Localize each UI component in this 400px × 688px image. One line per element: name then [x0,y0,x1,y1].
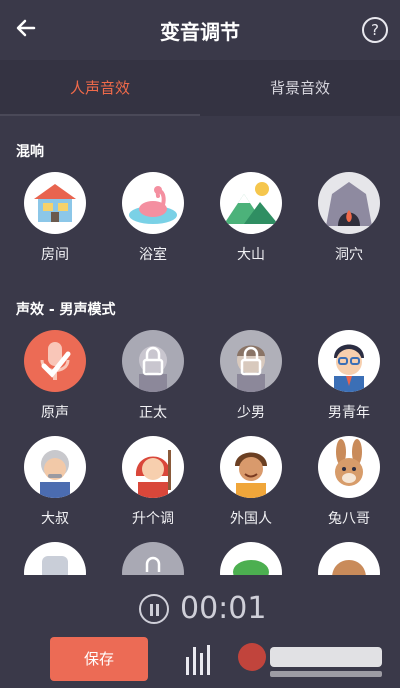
tab-bar: 人声音效 背景音效 [0,60,400,116]
waveform-icon [186,645,226,675]
microphone-icon [24,330,86,392]
section-title-reverb: 混响 [16,144,44,160]
effect-uncle[interactable]: 大叔 [15,436,95,528]
effect-foreigner[interactable]: 外国人 [211,436,291,528]
effect-label: 洞穴 [335,247,363,263]
locked-avatar-icon [220,330,282,392]
effect-young-man[interactable]: 男青年 [309,330,389,422]
pause-icon[interactable] [139,594,169,624]
page-title: 变音调节 [160,20,240,44]
flamingo-icon [122,172,184,234]
app-header: 变音调节 ? [0,0,400,60]
elapsed-timer: 00:01 [180,591,267,626]
effect-label: 正太 [139,405,167,421]
effect-label: 兔八哥 [328,511,370,527]
effect-label: 少男 [237,405,265,421]
timer-row: 00:01 [0,591,400,631]
red-hood-avatar-icon [122,436,184,498]
effect-label: 男青年 [328,405,370,421]
effect-label: 外国人 [230,511,272,527]
player-panel: 00:01 保存 [0,575,400,688]
foreigner-avatar-icon [220,436,282,498]
effect-bugs-bunny[interactable]: 兔八哥 [309,436,389,528]
active-tab-indicator [0,114,200,116]
effect-label: 原声 [41,405,69,421]
room-icon [24,172,86,234]
tab-background-effects[interactable]: 背景音效 [200,60,400,116]
effect-label: 房间 [41,247,69,263]
effect-mountain[interactable]: 大山 [211,172,291,264]
effect-room[interactable]: 房间 [15,172,95,264]
help-icon[interactable]: ? [362,17,388,43]
uncle-avatar-icon [24,436,86,498]
mountain-icon [220,172,282,234]
effect-shota[interactable]: 正太 [113,330,193,422]
watermark-logo [238,643,382,677]
effect-original[interactable]: 原声 [15,330,95,422]
effect-bathroom[interactable]: 浴室 [113,172,193,264]
effect-label: 大叔 [41,511,69,527]
young-man-avatar-icon [318,330,380,392]
effect-label: 浴室 [139,247,167,263]
rabbit-avatar-icon [318,436,380,498]
section-title-male-voice: 声效 - 男声模式 [16,302,116,318]
cave-icon [318,172,380,234]
locked-avatar-icon [122,330,184,392]
effect-pitch-up[interactable]: 升个调 [113,436,193,528]
effect-cave[interactable]: 洞穴 [309,172,389,264]
effect-young-boy[interactable]: 少男 [211,330,291,422]
effect-label: 大山 [237,247,265,263]
tab-vocal-effects[interactable]: 人声音效 [0,60,200,116]
effect-label: 升个调 [132,511,174,527]
save-button[interactable]: 保存 [50,637,148,681]
